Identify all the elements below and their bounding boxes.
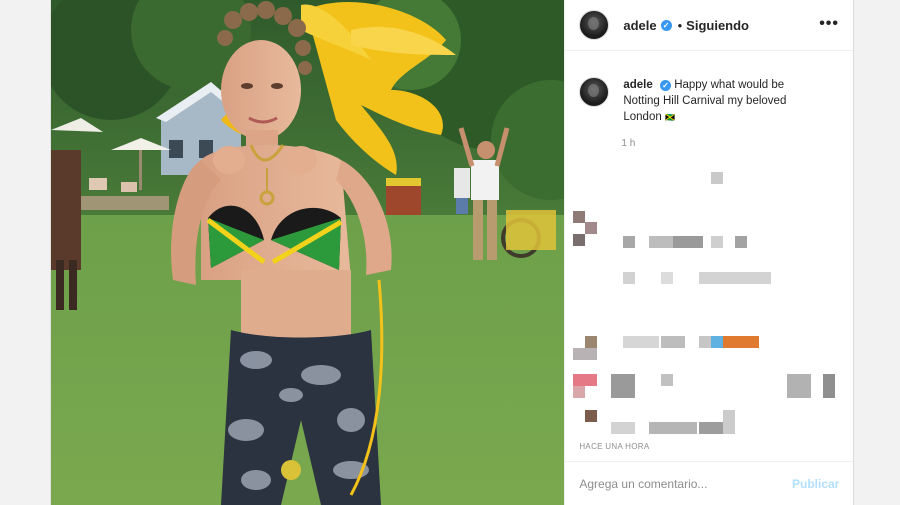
photo-illustration (51, 0, 565, 505)
jamaica-flag-emoji: 🇯🇲 (664, 113, 676, 122)
post-photo[interactable] (51, 0, 565, 505)
comment-box: Publicar (565, 461, 854, 505)
caption-username[interactable]: adele (623, 79, 652, 91)
caption: adele ✓ Happy what would be Notting Hill… (565, 51, 853, 126)
separator: • (677, 17, 683, 33)
verified-badge-icon: ✓ (660, 19, 672, 31)
verified-badge-icon: ✓ (659, 80, 671, 91)
post-header: adele ✓ • Siguiendo ••• (565, 0, 853, 51)
caption-time[interactable]: 1 h (621, 138, 853, 149)
post-timestamp[interactable]: HACE UNA HORA (579, 442, 649, 451)
publish-button[interactable]: Publicar (792, 477, 839, 491)
caption-avatar[interactable] (579, 77, 610, 107)
follow-status-button[interactable]: Siguiendo (686, 18, 749, 33)
instagram-post: adele ✓ • Siguiendo ••• adele ✓ Happy wh… (50, 0, 854, 505)
header-username[interactable]: adele (623, 18, 656, 33)
more-options-icon[interactable]: ••• (819, 15, 839, 33)
comment-input[interactable] (579, 476, 792, 491)
post-side-panel: adele ✓ • Siguiendo ••• adele ✓ Happy wh… (564, 0, 854, 505)
avatar[interactable] (579, 10, 610, 40)
caption-text-block: adele ✓ Happy what would be Notting Hill… (623, 77, 823, 126)
